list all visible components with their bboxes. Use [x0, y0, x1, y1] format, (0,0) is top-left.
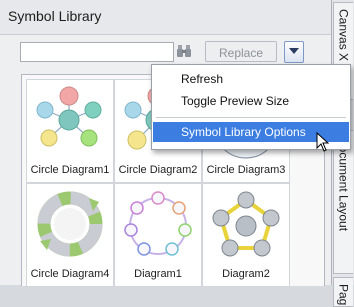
symbol-label: Diagram1 — [134, 268, 182, 280]
tab-label: Document Layout — [336, 137, 351, 232]
search-input[interactable] — [20, 42, 174, 62]
menu-separator — [156, 117, 346, 118]
symbol-item[interactable]: Diagram2 — [202, 183, 290, 287]
symbol-label: Circle Diagram1 — [30, 164, 110, 176]
tab-label: Canvas X — [336, 9, 351, 62]
options-menu-button[interactable] — [284, 41, 304, 63]
tab-label: Pag — [336, 284, 351, 306]
symbol-label: Circle Diagram4 — [30, 268, 110, 280]
menu-item-refresh[interactable]: Refresh — [153, 69, 349, 89]
pentagon-cycle-icon — [212, 191, 280, 257]
panel-header: Symbol Library — [0, 0, 331, 35]
search-toolbar: Replace — [0, 40, 331, 66]
binoculars-icon[interactable] — [176, 43, 192, 59]
symbol-item[interactable]: Circle Diagram1 — [26, 79, 114, 183]
chevron-down-icon — [289, 48, 299, 54]
symbol-item[interactable]: Diagram1 — [114, 183, 202, 287]
replace-button[interactable]: Replace — [205, 41, 277, 62]
tab-document-layout[interactable]: Document Layout — [333, 130, 353, 274]
circle-diagram-radial-icon — [36, 86, 102, 147]
menu-item-toggle-preview-size[interactable]: Toggle Preview Size — [153, 91, 349, 111]
tab-page[interactable]: Pag — [333, 277, 353, 307]
symbol-item[interactable]: Circle Diagram4 — [26, 183, 114, 287]
symbol-label: Circle Diagram3 — [206, 164, 286, 176]
symbol-label: Circle Diagram2 — [118, 164, 198, 176]
mouse-cursor-icon — [316, 132, 330, 152]
cycle-arrows-icon — [37, 191, 103, 257]
symbol-label: Diagram2 — [222, 268, 270, 280]
ring-diagram-icon — [124, 191, 192, 256]
panel-title: Symbol Library — [8, 8, 102, 24]
